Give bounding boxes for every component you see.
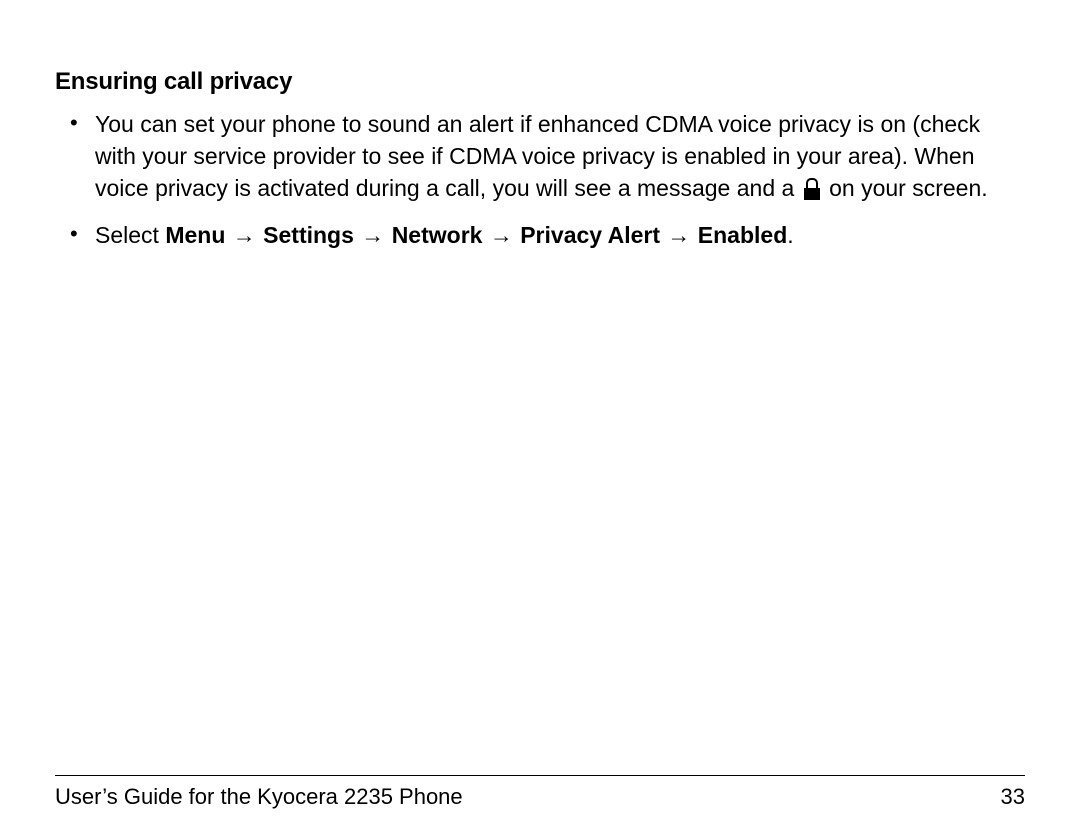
body-text: . [787,222,793,248]
footer-divider [55,775,1025,776]
list-item: You can set your phone to sound an alert… [55,108,1025,205]
nav-step: Menu [165,222,225,248]
page-number: 33 [1001,784,1025,810]
arrow-icon: → [666,223,691,248]
arrow-icon: → [360,223,385,248]
padlock-icon [804,178,820,200]
nav-step: Network [392,222,483,248]
arrow-icon: → [232,223,257,248]
nav-step: Settings [263,222,354,248]
nav-step: Enabled [698,222,787,248]
list-item: Select Menu → Settings → Network → Priva… [55,219,1025,252]
body-text: Select [95,222,165,248]
section-heading: Ensuring call privacy [55,68,1025,96]
bullet-list: You can set your phone to sound an alert… [55,108,1025,252]
arrow-icon: → [489,223,514,248]
nav-step: Privacy Alert [520,222,660,248]
footer-title: User’s Guide for the Kyocera 2235 Phone [55,784,463,810]
body-text: on your screen. [829,175,988,201]
page-footer: User’s Guide for the Kyocera 2235 Phone … [55,784,1025,810]
